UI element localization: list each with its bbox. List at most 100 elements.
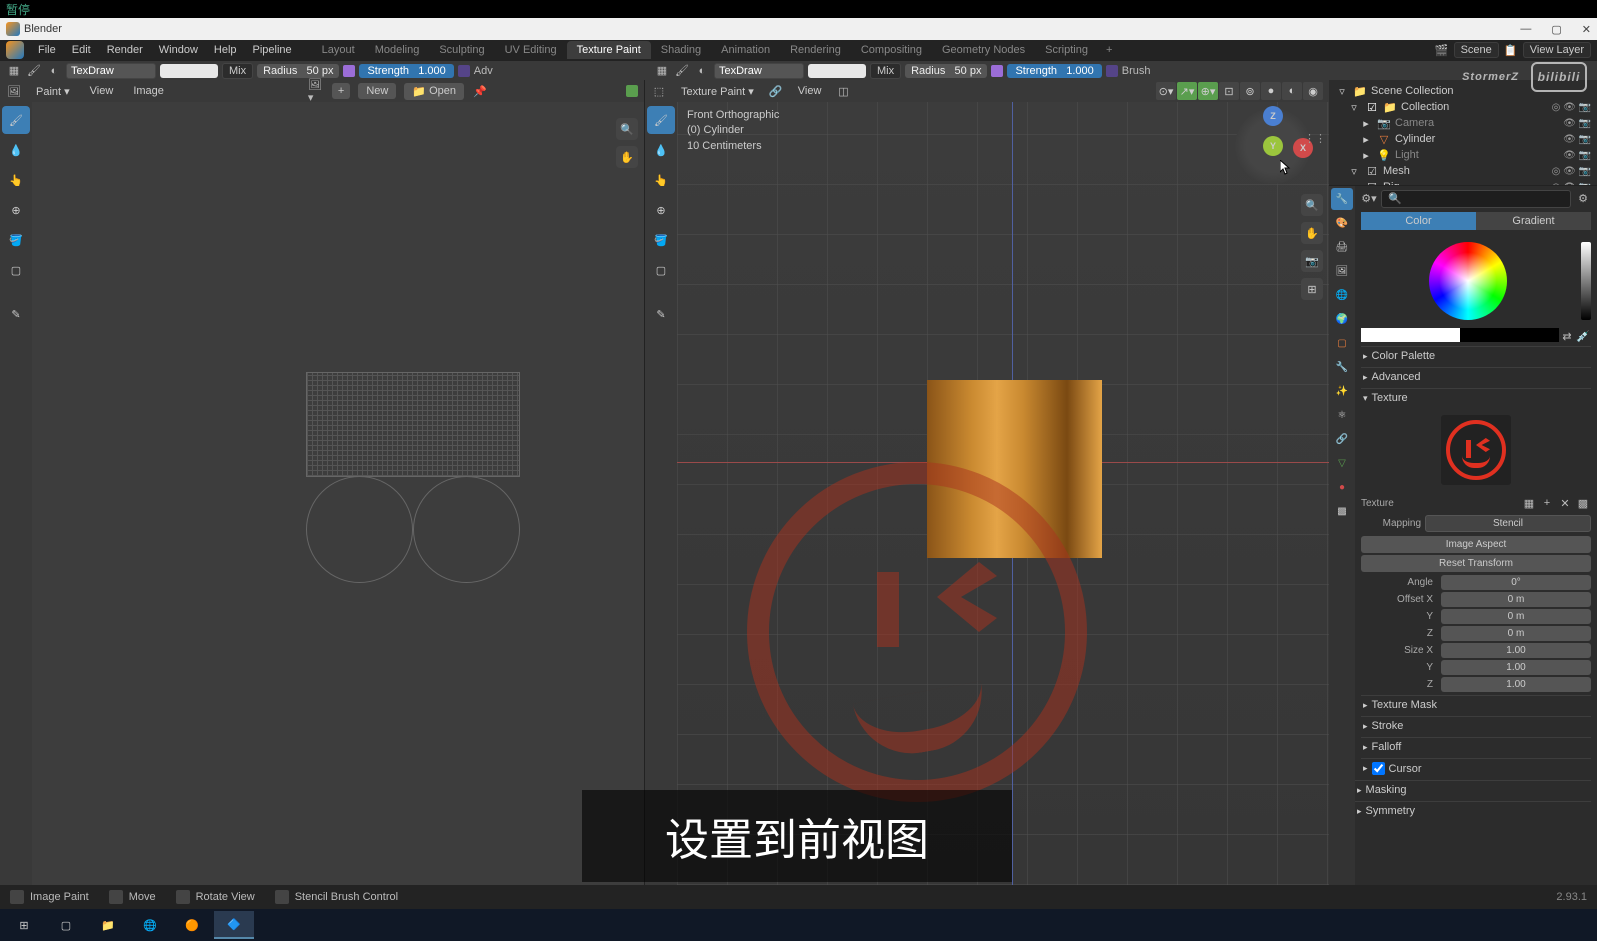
brush-draw-icon-r[interactable]: 🖌: [674, 63, 690, 79]
tab-sculpting[interactable]: Sculpting: [429, 41, 494, 59]
texture-browse[interactable]: ▦: [1521, 495, 1537, 511]
camera-view-icon[interactable]: ◫: [835, 83, 851, 99]
n-panel-toggle[interactable]: ⋮⋮: [1304, 132, 1326, 145]
image-aspect-button[interactable]: Image Aspect: [1361, 536, 1591, 553]
outliner-cylinder[interactable]: ▸▽Cylinder 👁 📷: [1335, 131, 1591, 147]
menu-window[interactable]: Window: [151, 41, 206, 59]
gradient-tab[interactable]: Gradient: [1476, 212, 1591, 230]
viewport-mode[interactable]: Texture Paint ▾: [675, 83, 760, 100]
texture-unlink[interactable]: ✕: [1557, 495, 1573, 511]
cursor-panel[interactable]: ▸ Cursor: [1361, 758, 1591, 778]
vp-tool-mask[interactable]: ▢: [647, 256, 675, 284]
pan-icon[interactable]: ✋: [1301, 222, 1323, 244]
xray-toggle[interactable]: ⊡: [1219, 82, 1239, 100]
gizmo-toggle[interactable]: ↗▾: [1177, 82, 1197, 100]
view-layer-dropdown[interactable]: View Layer: [1523, 42, 1591, 58]
strength-pressure-toggle-r[interactable]: [1106, 65, 1118, 77]
strength-pressure-toggle[interactable]: [458, 65, 470, 77]
masking-panel[interactable]: ▸Masking: [1355, 780, 1591, 799]
brush-name-input[interactable]: [66, 63, 156, 79]
ptab-data[interactable]: ▽: [1331, 452, 1353, 474]
props-type-icon[interactable]: ⚙▾: [1361, 190, 1377, 206]
menu-render[interactable]: Render: [99, 41, 151, 59]
vp-tool-soften[interactable]: 💧: [647, 136, 675, 164]
zoom-icon[interactable]: 🔍: [1301, 194, 1323, 216]
vp-tool-draw[interactable]: 🖌: [647, 106, 675, 134]
vp-tool-clone[interactable]: ⊕: [647, 196, 675, 224]
view-menu[interactable]: View: [84, 83, 120, 99]
offset-y-input[interactable]: 0 m: [1441, 609, 1591, 624]
material-shading[interactable]: ◐: [1282, 82, 1302, 100]
color-palette-panel[interactable]: ▸Color Palette: [1361, 346, 1591, 365]
rendered-shading[interactable]: ◉: [1303, 82, 1323, 100]
texture-panel[interactable]: ▾Texture: [1361, 388, 1591, 407]
color-wheel[interactable]: [1429, 242, 1507, 320]
blender-icon[interactable]: [6, 41, 24, 59]
ptab-particles[interactable]: ✨: [1331, 380, 1353, 402]
task-view[interactable]: ▢: [46, 911, 86, 939]
tool-mask[interactable]: ▢: [2, 256, 30, 284]
start-button[interactable]: ⊞: [4, 911, 44, 939]
outliner-rig[interactable]: ▿☑Rig ◎ 👁 📷: [1335, 179, 1591, 186]
tab-geometry-nodes[interactable]: Geometry Nodes: [932, 41, 1035, 59]
value-slider[interactable]: [1581, 242, 1591, 320]
props-filter-icon[interactable]: ⚙: [1575, 190, 1591, 206]
chrome-icon[interactable]: 🌐: [130, 911, 170, 939]
radius-pressure-toggle[interactable]: [343, 65, 355, 77]
brush-icon[interactable]: ◐: [46, 63, 62, 79]
pin-icon[interactable]: 📌: [472, 83, 488, 99]
tool-soften[interactable]: 💧: [2, 136, 30, 164]
ptab-physics[interactable]: ⚛: [1331, 404, 1353, 426]
solid-shading[interactable]: ●: [1261, 82, 1281, 100]
image-menu[interactable]: Image: [127, 83, 170, 99]
outliner-light[interactable]: ▸💡Light 👁 📷: [1335, 147, 1591, 163]
size-z-input[interactable]: 1.00: [1441, 677, 1591, 692]
image-browse-icon[interactable]: 🖼▾: [308, 83, 324, 99]
tab-shading[interactable]: Shading: [651, 41, 711, 59]
blender-taskbar[interactable]: 🔷: [214, 911, 254, 939]
overlay-dropdown[interactable]: ⊕▾: [1198, 82, 1218, 100]
ptab-view[interactable]: 🖼: [1331, 260, 1353, 282]
add-workspace[interactable]: +: [1098, 41, 1120, 59]
tab-rendering[interactable]: Rendering: [780, 41, 851, 59]
outliner-collection[interactable]: ▿☑📁Collection ◎ 👁 📷: [1335, 99, 1591, 115]
tool-draw[interactable]: 🖌: [2, 106, 30, 134]
menu-help[interactable]: Help: [206, 41, 245, 59]
offset-x-input[interactable]: 0 m: [1441, 592, 1591, 607]
falloff-panel[interactable]: ▸Falloff: [1361, 737, 1591, 756]
color-swatch[interactable]: [160, 64, 218, 78]
gizmo-z[interactable]: Z: [1263, 106, 1283, 126]
texture-show[interactable]: ▩: [1575, 495, 1591, 511]
close-button[interactable]: ✕: [1582, 23, 1591, 36]
view-layer-icon[interactable]: 📋: [1503, 42, 1519, 58]
brush-draw-icon[interactable]: 🖌: [26, 63, 42, 79]
gizmo-y[interactable]: Y: [1263, 136, 1283, 156]
strength-field[interactable]: Strength 1.000: [359, 64, 453, 78]
tool-clone[interactable]: ⊕: [2, 196, 30, 224]
editor-type-icon-r[interactable]: ▦: [654, 63, 670, 79]
menu-edit[interactable]: Edit: [64, 41, 99, 59]
overlay-toggle[interactable]: ⊙▾: [1156, 82, 1176, 100]
tab-layout[interactable]: Layout: [312, 41, 365, 59]
app-icon[interactable]: 🟠: [172, 911, 212, 939]
viewport-icon[interactable]: ⬚: [651, 83, 667, 99]
perspective-icon[interactable]: ⊞: [1301, 278, 1323, 300]
reset-transform-button[interactable]: Reset Transform: [1361, 555, 1591, 572]
vp-tool-annotate[interactable]: ✎: [647, 300, 675, 328]
ptab-output[interactable]: 🖨: [1331, 236, 1353, 258]
offset-z-input[interactable]: 0 m: [1441, 626, 1591, 641]
texture-new[interactable]: +: [1539, 495, 1555, 511]
advanced-panel[interactable]: ▸Advanced: [1361, 367, 1591, 386]
blend-dropdown[interactable]: Mix: [222, 63, 253, 79]
open-image-button[interactable]: 📁 Open: [404, 83, 464, 100]
texture-mask-panel[interactable]: ▸Texture Mask: [1361, 695, 1591, 714]
scene-icon[interactable]: 🎬: [1434, 42, 1450, 58]
navigation-gizmo[interactable]: Z Y X: [1235, 108, 1311, 184]
tool-smear[interactable]: 👆: [2, 166, 30, 194]
zoom-icon[interactable]: 🔍: [616, 118, 638, 140]
color-tab[interactable]: Color: [1361, 212, 1476, 230]
mapping-dropdown[interactable]: Stencil: [1425, 515, 1591, 532]
camera-icon[interactable]: 📷: [1301, 250, 1323, 272]
eyedropper-icon[interactable]: 💉: [1575, 328, 1591, 344]
radius-field-r[interactable]: Radius 50 px: [905, 64, 987, 78]
